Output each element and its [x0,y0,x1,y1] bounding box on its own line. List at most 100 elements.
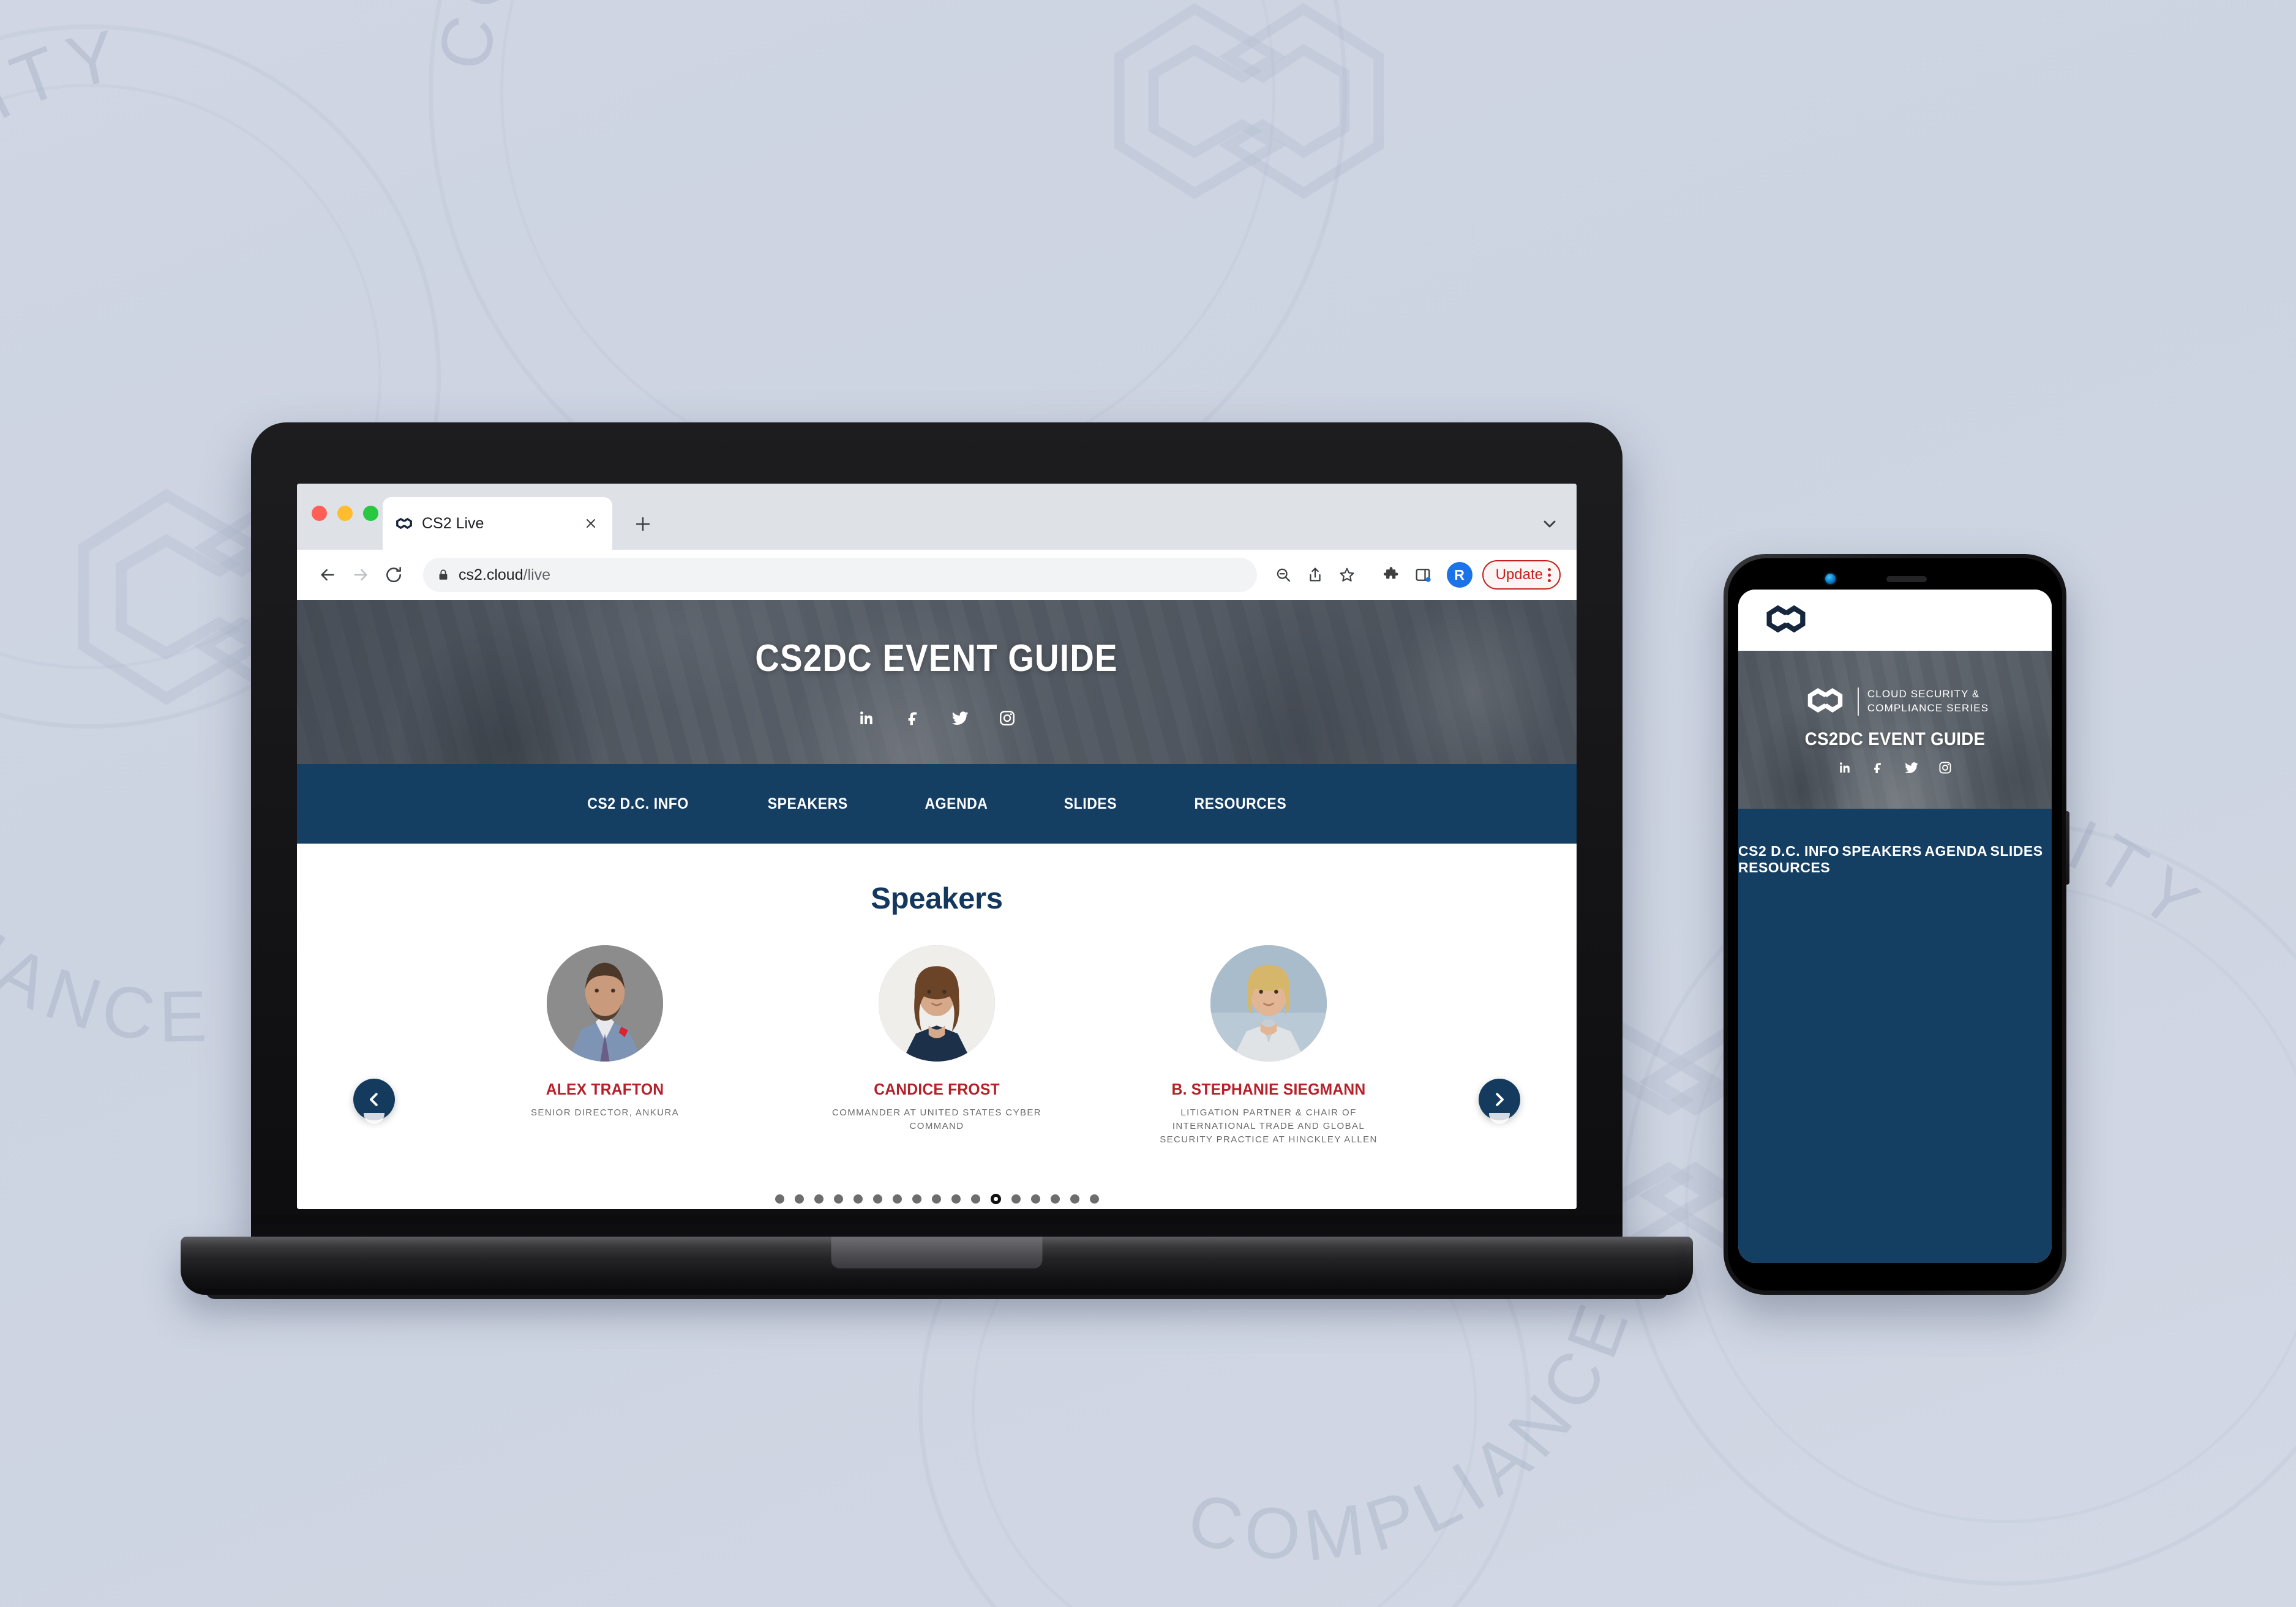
nav-item-slides[interactable]: SLIDES [1032,795,1150,813]
watermark-text: COMPLIANCE [1180,1287,1638,1576]
speaker-card[interactable]: CANDICE FROST COMMANDER AT UNITED STATES… [805,945,1068,1146]
nav-item-resources[interactable]: RESOURCES [1161,795,1319,813]
speaker-grille [1886,576,1927,582]
section-heading: Speakers [871,882,1003,915]
browser-tab[interactable]: CS2 Live [383,497,612,550]
site-navigation: CS2 D.C. INFO SPEAKERS AGENDA SLIDES RES… [297,764,1577,844]
speaker-card[interactable]: B. STEPHANIE SIEGMANN LITIGATION PARTNER… [1137,945,1400,1146]
avatar [1210,945,1327,1062]
tab-title: CS2 Live [422,514,484,532]
kebab-menu-icon[interactable] [1548,568,1551,582]
brand-line-2: COMPLIANCE SERIES [1867,702,1989,714]
laptop-hinge-notch [831,1237,1043,1268]
laptop-base [181,1237,1693,1295]
carousel-prev-button[interactable] [353,1079,395,1120]
zoom-out-icon[interactable] [1269,561,1297,589]
facebook-icon[interactable] [1870,760,1885,775]
browser-tab-strip: CS2 Live [297,484,1577,550]
url-domain: cs2.cloud [459,566,523,583]
carousel-dot-active[interactable] [990,1194,1001,1205]
minimize-window-button[interactable] [337,506,353,521]
update-label: Update [1495,566,1543,583]
carousel-dot[interactable] [814,1194,823,1204]
maximize-window-button[interactable] [363,506,378,521]
carousel-dot[interactable] [1070,1194,1079,1204]
phone-nav-item-resources[interactable]: RESOURCES [1738,843,1830,892]
reload-icon[interactable] [379,560,408,590]
nav-item-speakers[interactable]: SPEAKERS [735,795,880,813]
chevron-down-icon[interactable] [1540,514,1559,534]
close-window-button[interactable] [312,506,327,521]
watermark-logo-icon [1078,0,1420,220]
laptop-foot [205,1289,1668,1299]
bookmark-star-icon[interactable] [1333,561,1361,589]
browser-toolbar: cs2.cloud/live R Update [297,550,1577,600]
close-icon[interactable] [580,513,601,534]
webpage-content: CS2DC EVENT GUIDE CS2 D.C. INFO SPEAKERS… [297,600,1577,1209]
carousel-dot[interactable] [970,1194,980,1204]
avatar[interactable]: R [1446,562,1473,588]
cs2-logo-icon[interactable] [1754,601,1818,640]
phone-site-header [1738,590,2052,651]
update-button[interactable]: Update [1482,560,1561,590]
address-bar[interactable]: cs2.cloud/live [423,558,1257,592]
carousel-dot[interactable] [872,1194,882,1204]
lock-icon [437,568,450,582]
phone-navigation: CS2 D.C. INFO SPEAKERS AGENDA SLIDES RES… [1738,809,2052,1263]
cs2-logo-icon [394,516,415,531]
url-text: cs2.cloud/live [459,566,550,584]
carousel-dot[interactable] [775,1194,784,1204]
linkedin-icon[interactable] [1837,760,1852,775]
window-controls[interactable] [312,506,378,521]
speaker-card[interactable]: ALEX TRAFTON SENIOR DIRECTOR, ANKURA [473,945,737,1146]
speaker-role: LITIGATION PARTNER & CHAIR OF INTERNATIO… [1160,1107,1378,1145]
phone-nav-item-slides[interactable]: SLIDES [1990,826,2043,875]
arrow-right-icon[interactable] [346,560,375,590]
phone-nav-item-agenda[interactable]: AGENDA [1924,826,1987,875]
avatar [547,945,663,1062]
side-panel-icon[interactable] [1409,561,1437,589]
carousel-dot[interactable] [912,1194,921,1204]
extensions-puzzle-icon[interactable] [1377,561,1405,589]
phone-screen: CLOUD SECURITY & COMPLIANCE SERIES CS2DC… [1738,590,2052,1263]
facebook-icon[interactable] [904,709,922,727]
new-tab-button[interactable] [631,512,655,536]
carousel-dot[interactable] [892,1194,902,1204]
speaker-name: ALEX TRAFTON [546,1080,664,1098]
carousel-dot[interactable] [833,1194,843,1204]
instagram-icon[interactable] [1938,760,1953,775]
carousel-dot[interactable] [1030,1194,1040,1204]
svg-text:COMPLIANCE: COMPLIANCE [0,708,216,1057]
carousel-dot[interactable] [951,1194,961,1204]
nav-item-cs2-dc-info[interactable]: CS2 D.C. INFO [555,795,721,813]
speaker-name: B. STEPHANIE SIEGMANN [1171,1080,1366,1098]
carousel-next-button[interactable] [1479,1079,1520,1120]
power-button[interactable] [2066,811,2069,885]
phone-mockup: CLOUD SECURITY & COMPLIANCE SERIES CS2DC… [1724,554,2069,1295]
nav-item-agenda[interactable]: AGENDA [893,795,1021,813]
carousel-pagination[interactable] [297,1194,1577,1209]
phone-social-links [1837,760,1953,776]
phone-page-title: CS2DC EVENT GUIDE [1804,729,1986,749]
page-title: CS2DC EVENT GUIDE [755,637,1119,680]
instagram-icon[interactable] [998,709,1016,727]
phone-page-body: CS2 D.C. INFO SPEAKERS AGENDA SLIDES RES… [1738,809,2052,1263]
avatar [879,945,995,1062]
phone-nav-item-speakers[interactable]: SPEAKERS [1842,826,1922,875]
hero-banner: CS2DC EVENT GUIDE [297,600,1577,764]
carousel-dot[interactable] [1011,1194,1021,1204]
watermark-text: SECURITY [0,13,123,354]
twitter-icon[interactable] [1904,760,1919,776]
brand-line-1: CLOUD SECURITY & [1867,688,1980,700]
watermark-text: COMPLIANCE [0,708,208,1057]
share-icon[interactable] [1301,561,1329,589]
arrow-left-icon[interactable] [313,560,342,590]
linkedin-icon[interactable] [857,709,876,727]
carousel-dot[interactable] [1050,1194,1060,1204]
twitter-icon[interactable] [950,708,970,728]
laptop-screen: CS2 Live cs2.cloud/live R Update CS2DC E… [297,484,1577,1209]
carousel-dot[interactable] [1089,1194,1099,1204]
carousel-dot[interactable] [853,1194,863,1204]
carousel-dot[interactable] [794,1194,804,1204]
carousel-dot[interactable] [931,1194,941,1204]
